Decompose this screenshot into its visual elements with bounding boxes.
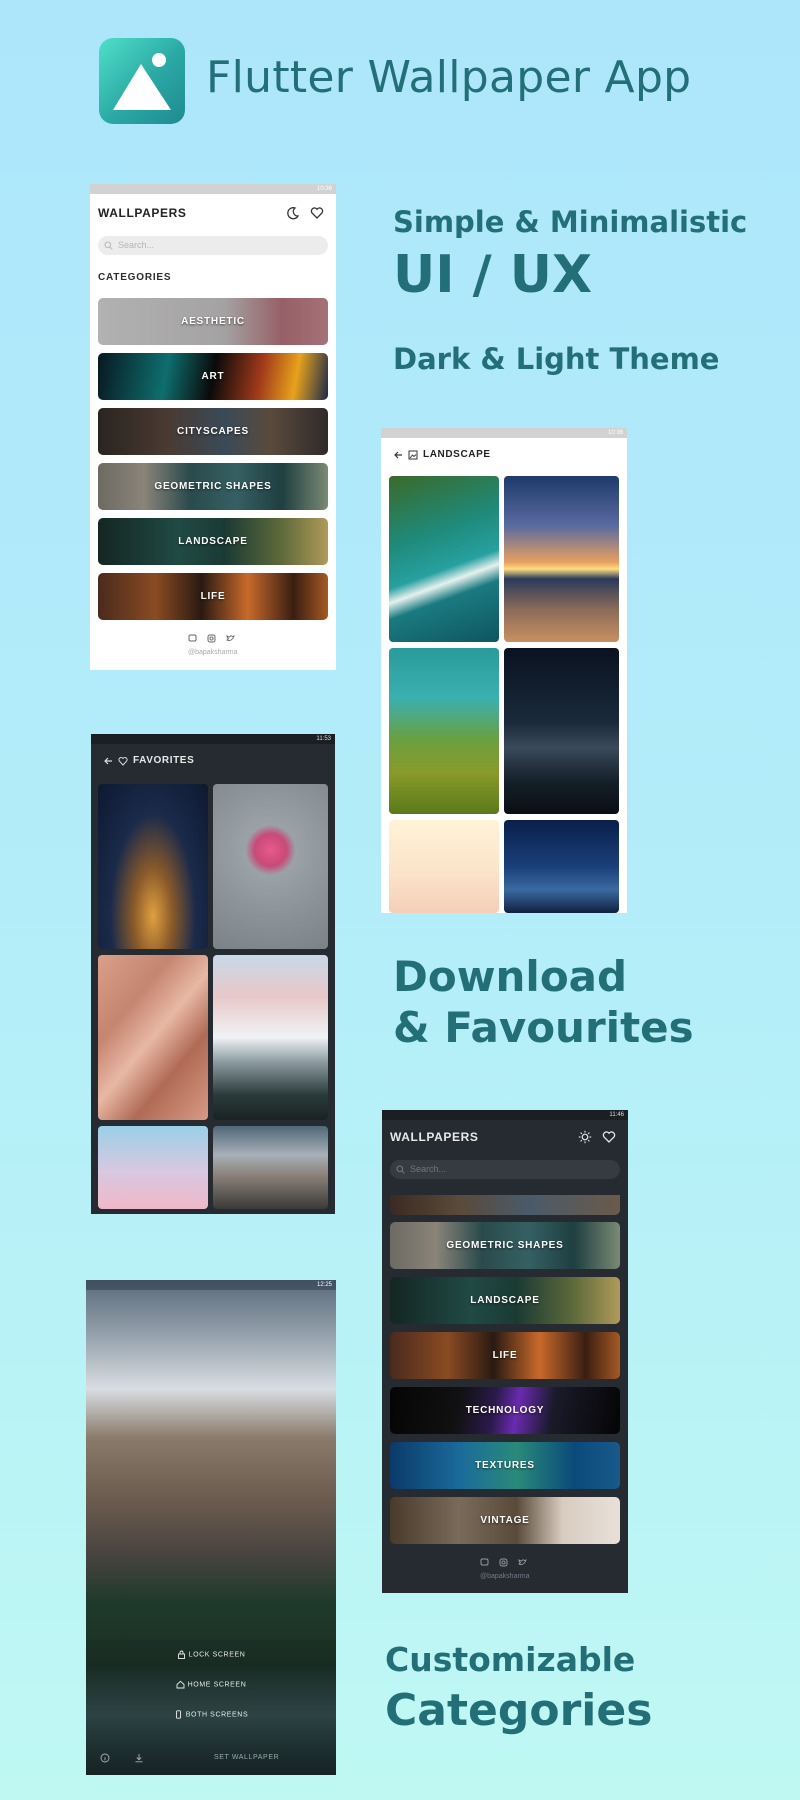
wallpaper-tile[interactable] [98,955,208,1120]
status-bar: 11:53 [91,734,335,744]
footer-handle[interactable]: @bapaksharma [480,1573,530,1580]
image-icon [408,450,418,460]
instagram-icon[interactable] [207,634,216,643]
category-card[interactable]: ART [98,353,328,400]
back-arrow-icon[interactable] [103,756,113,766]
phone-favorites: 11:53 FAVORITES [91,734,335,1214]
heart-icon [118,757,128,766]
twitter-icon[interactable] [226,634,235,643]
social-links [480,1558,527,1567]
wallpaper-tile[interactable] [213,1126,328,1209]
footer-handle[interactable]: @bapaksharma [188,649,238,656]
heart-icon[interactable] [602,1130,616,1144]
wallpaper-tile[interactable] [213,955,328,1120]
info-icon[interactable] [100,1753,110,1763]
search-icon [104,241,113,250]
feature-categories-text: Categories [385,1685,653,1736]
category-card-partial[interactable] [390,1195,620,1215]
wallpaper-tile[interactable] [213,784,328,949]
lock-screen-option[interactable]: LOCK SCREEN [86,1650,336,1659]
search-input[interactable]: Search... [98,236,328,255]
phone-landscape: 10:36 LANDSCAPE [381,428,627,913]
heart-icon[interactable] [310,206,324,220]
options-overlay [86,1640,336,1775]
category-card[interactable]: GEOMETRIC SHAPES [390,1222,620,1269]
page-title: FAVORITES [133,755,195,766]
phone-icon [175,1710,181,1719]
category-card[interactable]: VINTAGE [390,1497,620,1544]
search-input[interactable]: Search... [390,1160,620,1179]
section-categories: CATEGORIES [98,272,172,283]
feature-favourites-text: & Favourites [393,1003,694,1052]
app-logo-icon [99,38,185,124]
category-card[interactable]: LANDSCAPE [98,518,328,565]
category-card[interactable]: LIFE [98,573,328,620]
page-title: LANDSCAPE [423,449,491,460]
wallpaper-tile[interactable] [389,648,499,814]
category-card[interactable]: LANDSCAPE [390,1277,620,1324]
wallpaper-tile[interactable] [98,1126,208,1209]
wallpaper-tile[interactable] [504,820,619,913]
feature-customizable-text: Customizable [385,1640,636,1679]
category-card[interactable]: LIFE [390,1332,620,1379]
social-links [188,634,235,643]
feature-theme-text: Dark & Light Theme [393,342,720,376]
wallpaper-tile[interactable] [389,820,499,913]
app-title: Flutter Wallpaper App [206,52,692,103]
status-bar: 12:25 [86,1280,336,1290]
phone-home-dark: 11:46 WALLPAPERS Search... GEOMETRIC SHA… [382,1110,628,1593]
sun-icon[interactable] [578,1130,592,1144]
category-card[interactable]: GEOMETRIC SHAPES [98,463,328,510]
status-bar: 11:46 [382,1110,628,1120]
category-card[interactable]: TECHNOLOGY [390,1387,620,1434]
phone-set-wallpaper: 12:25 LOCK SCREEN HOME SCREEN BOTH SCREE… [86,1280,336,1775]
category-card[interactable]: TEXTURES [390,1442,620,1489]
home-icon [176,1680,185,1689]
category-card[interactable]: AESTHETIC [98,298,328,345]
back-arrow-icon[interactable] [393,450,403,460]
wallpaper-tile[interactable] [504,648,619,814]
instagram-icon[interactable] [499,1558,508,1567]
home-screen-option[interactable]: HOME SCREEN [86,1680,336,1689]
moon-icon[interactable] [286,206,300,220]
discord-icon[interactable] [188,634,197,643]
download-icon[interactable] [134,1753,144,1763]
status-bar: 10:36 [90,184,336,194]
category-card[interactable]: CITYSCAPES [98,408,328,455]
wallpaper-tile[interactable] [389,476,499,642]
page-title: WALLPAPERS [98,206,187,220]
phone-home-light: 10:36 WALLPAPERS Search... CATEGORIES AE… [90,184,336,670]
lock-icon [177,1650,185,1659]
set-wallpaper-button[interactable]: SET WALLPAPER [214,1754,279,1761]
wallpaper-tile[interactable] [504,476,619,642]
twitter-icon[interactable] [518,1558,527,1567]
feature-download-text: Download [393,952,628,1001]
feature-uiux-text: UI / UX [393,245,593,305]
both-screens-option[interactable]: BOTH SCREENS [86,1710,336,1719]
page-title: WALLPAPERS [390,1130,479,1144]
wallpaper-tile[interactable] [98,784,208,949]
search-icon [396,1165,405,1174]
status-bar: 10:36 [381,428,627,438]
discord-icon[interactable] [480,1558,489,1567]
feature-simple-text: Simple & Minimalistic [393,205,748,239]
